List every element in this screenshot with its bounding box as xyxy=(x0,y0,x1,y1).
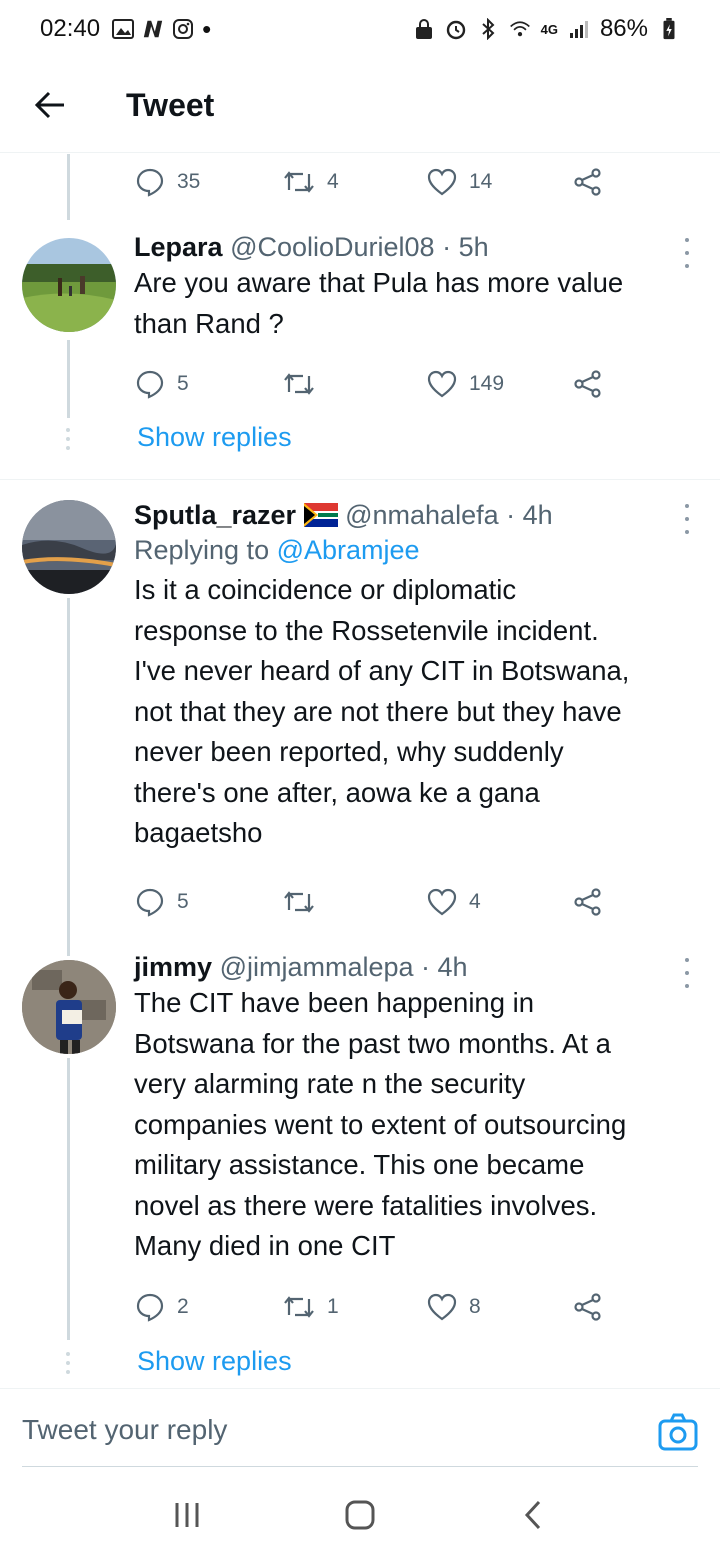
app-header: Tweet xyxy=(0,58,720,153)
show-replies-link[interactable]: Show replies xyxy=(137,1346,292,1377)
heart-icon xyxy=(427,168,457,196)
retweet-button[interactable]: 4 xyxy=(283,168,339,196)
status-bar: 02:40 • 4G 86% xyxy=(0,0,720,58)
reply-tweet[interactable]: Sputla_razer @nmahalefa · 4h Replying to… xyxy=(0,480,720,940)
show-replies-link[interactable]: Show replies xyxy=(137,422,292,453)
home-icon xyxy=(345,1500,375,1530)
author-name[interactable]: jimmy xyxy=(134,952,212,982)
bluetooth-icon xyxy=(481,18,495,40)
retweet-icon xyxy=(284,373,314,395)
sunset-sky-photo xyxy=(22,500,116,594)
retweet-button[interactable] xyxy=(283,888,327,916)
like-button[interactable]: 149 xyxy=(427,370,504,398)
reply-tweet[interactable]: Lepara @CoolioDuriel08 · 5h Are you awar… xyxy=(0,220,720,480)
reply-tweet[interactable]: jimmy @jimjammalepa · 4h The CIT have be… xyxy=(0,950,720,1290)
page-title: Tweet xyxy=(126,86,215,123)
author-handle[interactable]: @nmahalefa xyxy=(345,500,499,530)
tweet-time: · 4h xyxy=(421,952,468,982)
reply-icon xyxy=(136,1293,164,1322)
golf-course-photo xyxy=(22,238,116,332)
system-back-button[interactable] xyxy=(503,1485,563,1545)
recent-apps-icon xyxy=(175,1503,199,1527)
reply-button[interactable]: 35 xyxy=(135,167,200,197)
arrow-left-icon xyxy=(34,91,64,119)
thread-line xyxy=(67,154,70,220)
news-notification-icon xyxy=(143,20,163,38)
alarm-icon xyxy=(446,20,465,40)
author-name[interactable]: Sputla_razer xyxy=(134,500,296,530)
avatar[interactable] xyxy=(22,960,116,1054)
more-options-button[interactable] xyxy=(682,504,692,534)
system-nav-bar xyxy=(0,1470,720,1560)
retweet-button[interactable]: 1 xyxy=(283,1293,339,1321)
tweet-actions: 2 1 8 xyxy=(135,1287,615,1327)
tweet-actions: 5 4 xyxy=(135,882,615,922)
reply-input[interactable]: Tweet your reply xyxy=(22,1414,227,1446)
tweet-actions: 5 149 xyxy=(135,364,615,404)
instagram-notification-icon xyxy=(173,19,194,39)
retweet-button[interactable] xyxy=(283,370,327,398)
reply-icon xyxy=(136,888,164,917)
more-options-button[interactable] xyxy=(682,238,692,268)
tweet-time: · 4h xyxy=(506,500,553,530)
reply-composer[interactable]: Tweet your reply xyxy=(22,1393,698,1467)
retweet-icon xyxy=(284,891,314,913)
mention-link[interactable]: @Abramjee xyxy=(277,535,420,565)
avatar[interactable] xyxy=(22,500,116,594)
share-icon xyxy=(574,168,601,196)
thread-continuation-dots xyxy=(66,1352,70,1374)
gallery-notification-icon xyxy=(112,19,135,39)
avatar[interactable] xyxy=(22,238,116,332)
reply-icon xyxy=(136,370,164,399)
reply-button[interactable]: 5 xyxy=(135,369,189,399)
lock-icon xyxy=(415,19,432,39)
like-button[interactable]: 8 xyxy=(427,1293,481,1321)
wifi-icon xyxy=(509,21,530,37)
chevron-left-icon xyxy=(525,1500,541,1530)
share-button[interactable] xyxy=(573,168,603,196)
heart-icon xyxy=(427,1293,457,1321)
author-handle[interactable]: @jimjammalepa xyxy=(220,952,414,982)
status-time: 02:40 xyxy=(40,15,101,42)
reply-icon xyxy=(136,168,164,197)
share-icon xyxy=(574,888,601,916)
recent-apps-button[interactable] xyxy=(157,1485,217,1545)
south-africa-flag-icon xyxy=(303,503,338,527)
tweet-time: · 5h xyxy=(442,232,489,262)
tweet-text: Are you aware that Pula has more value t… xyxy=(134,267,624,339)
like-button[interactable]: 4 xyxy=(427,888,481,916)
author-name[interactable]: Lepara xyxy=(134,232,223,262)
retweet-icon xyxy=(284,171,314,193)
heart-icon xyxy=(427,370,457,398)
share-button[interactable] xyxy=(573,370,603,398)
person-photo xyxy=(22,960,116,1054)
camera-icon[interactable] xyxy=(658,1413,698,1451)
share-icon xyxy=(574,370,601,398)
reply-button[interactable]: 2 xyxy=(135,1292,189,1322)
network-type: 4G xyxy=(540,21,558,37)
home-button[interactable] xyxy=(330,1485,390,1545)
signal-icon xyxy=(569,21,588,38)
like-button[interactable]: 14 xyxy=(427,168,492,196)
more-options-button[interactable] xyxy=(682,958,692,988)
retweet-icon xyxy=(284,1296,314,1318)
divider xyxy=(0,1388,720,1389)
battery-charging-icon xyxy=(663,18,675,40)
tweet-text: The CIT have been happening in Botswana … xyxy=(134,987,627,1261)
more-notifications-dot-icon: • xyxy=(202,13,212,44)
author-handle[interactable]: @CoolioDuriel08 xyxy=(230,232,435,262)
battery-level: 86% xyxy=(599,15,648,42)
heart-icon xyxy=(427,888,457,916)
tweet-actions: 35 4 14 xyxy=(135,162,615,202)
share-icon xyxy=(574,1293,601,1321)
back-button[interactable] xyxy=(20,75,80,135)
replying-to: Replying to @Abramjee xyxy=(134,535,420,565)
share-button[interactable] xyxy=(573,1293,603,1321)
share-button[interactable] xyxy=(573,888,603,916)
thread-continuation-dots xyxy=(66,428,70,450)
reply-button[interactable]: 5 xyxy=(135,887,189,917)
tweet-text: Is it a coincidence or diplomatic respon… xyxy=(134,574,630,848)
